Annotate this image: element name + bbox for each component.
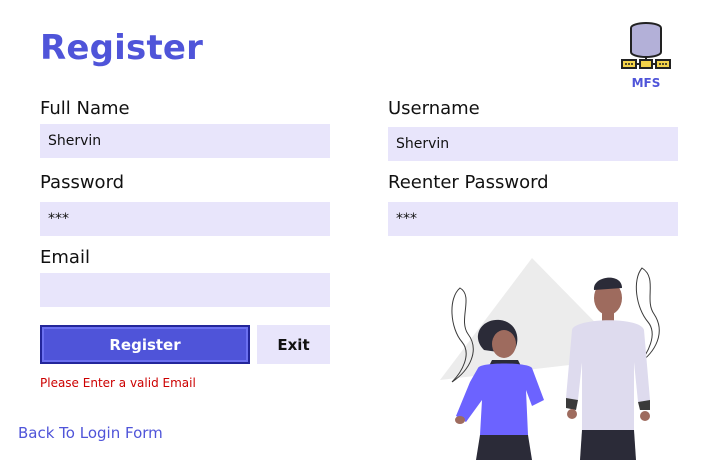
- app-logo: MFS: [616, 20, 676, 92]
- reenter-password-label: Reenter Password: [388, 172, 549, 193]
- database-server-icon: [621, 22, 671, 69]
- back-to-login-link[interactable]: Back To Login Form: [18, 424, 163, 442]
- full-name-input[interactable]: [40, 124, 330, 158]
- username-label: Username: [388, 98, 480, 119]
- username-input[interactable]: [388, 127, 678, 161]
- password-input[interactable]: [40, 202, 330, 236]
- error-message: Please Enter a valid Email: [40, 376, 196, 390]
- page-title: Register: [40, 28, 204, 68]
- exit-button[interactable]: Exit: [257, 325, 330, 364]
- full-name-label: Full Name: [40, 98, 130, 119]
- people-illustration: [400, 250, 700, 460]
- register-button[interactable]: Register: [40, 325, 250, 364]
- reenter-password-input[interactable]: [388, 202, 678, 236]
- password-label: Password: [40, 172, 125, 193]
- email-label: Email: [40, 247, 90, 268]
- email-input[interactable]: [40, 273, 330, 307]
- people-illustration-graphic: [440, 258, 660, 460]
- logo-text: MFS: [631, 76, 661, 90]
